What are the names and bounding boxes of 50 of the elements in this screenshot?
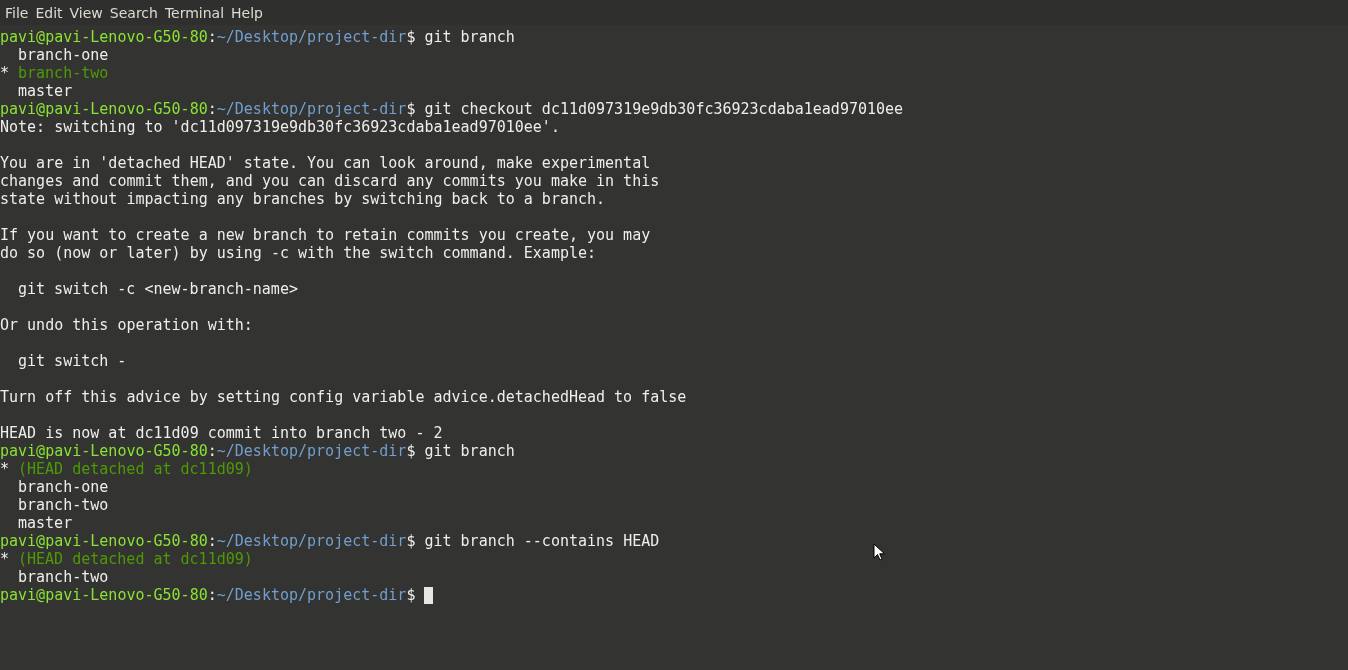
output-text: If you want to create a new branch to retain commits you create, you may [0,226,651,244]
current-marker: * [0,460,11,478]
prompt-user: pavi@pavi-Lenovo-G50-80 [0,28,208,46]
prompt-path: ~/Desktop/project-dir [216,28,407,46]
command-text: $ git branch [406,442,515,460]
output-text: changes and commit them, and you can discard any commits you make in this [0,172,660,190]
prompt-user: pavi@pavi-Lenovo-G50-80 [0,442,208,460]
branch-name: branch-two [18,568,109,586]
menu-item[interactable]: Search [106,4,161,21]
prompt-separator: : [207,442,217,460]
prompt-path: ~/Desktop/project-dir [216,532,407,550]
prompt-separator: : [207,28,217,46]
prompt-path: ~/Desktop/project-dir [216,442,407,460]
current-marker: * [0,64,11,82]
prompt-separator: : [207,586,217,604]
branch-name: master [18,82,73,100]
menu-item[interactable]: File [2,4,32,21]
prompt-path: ~/Desktop/project-dir [216,586,407,604]
branch-name: branch-one [18,478,109,496]
menu-item[interactable]: Terminal [161,4,228,21]
branch-name: branch-two [18,64,109,82]
output-text: Note: switching to 'dc11d097319e9db30fc36923cdaba1ead97010ee'. [0,118,560,136]
output-text: You are in 'detached HEAD' state. You can look around, make experimental [0,154,651,172]
menu-item[interactable]: View [66,4,106,21]
output-text: Turn off this advice by setting config variable advice.detachedHead to false [0,388,687,406]
branch-name: (HEAD detached at dc11d09) [18,460,253,478]
prompt-separator: : [207,532,217,550]
command-text: $ git branch [406,28,515,46]
mouse-pointer-icon [873,543,886,563]
branch-name: branch-one [18,46,109,64]
prompt-user: pavi@pavi-Lenovo-G50-80 [0,532,208,550]
command-text: $ git branch --contains HEAD [406,532,660,550]
output-text: git switch -c <new-branch-name> [18,280,298,298]
menu-item[interactable]: Edit [32,4,66,21]
branch-name: master [18,514,73,532]
prompt-user: pavi@pavi-Lenovo-G50-80 [0,100,208,118]
menu-item[interactable]: Help [228,4,266,21]
prompt-user: pavi@pavi-Lenovo-G50-80 [0,586,208,604]
branch-name: branch-two [18,496,109,514]
current-marker: * [0,550,11,568]
prompt-path: ~/Desktop/project-dir [216,100,407,118]
output-text: state without impacting any branches by switching back to a branch. [0,190,606,208]
output-text: do so (now or later) by using -c with the switch command. Example: [0,244,597,262]
branch-name: (HEAD detached at dc11d09) [18,550,253,568]
command-text: $ git checkout dc11d097319e9db30fc36923cdaba1ead97010ee [406,100,904,118]
output-text: HEAD is now at dc11d09 commit into branch two - 2 [0,424,443,442]
prompt-separator: : [207,100,217,118]
output-text: git switch - [18,352,127,370]
command-text: $ [406,586,416,604]
output-text: Or undo this operation with: [0,316,253,334]
